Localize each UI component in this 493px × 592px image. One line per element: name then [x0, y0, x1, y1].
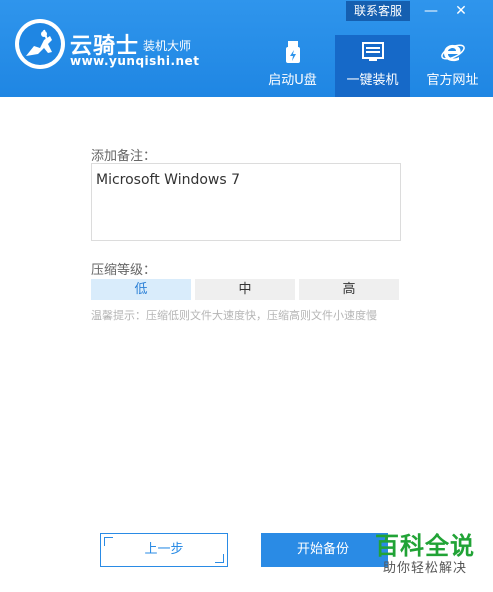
previous-step-label: 上一步 [144, 542, 184, 557]
button-corner-decoration [104, 537, 113, 546]
previous-step-button[interactable]: 上一步 [100, 533, 228, 567]
watermark: 百科全说 助你轻松解决 [366, 532, 484, 578]
nav-item-usb[interactable]: 启动U盘 [255, 35, 330, 97]
nav-label: 启动U盘 [268, 73, 317, 88]
nav-label: 一键装机 [346, 73, 399, 88]
contact-support-button[interactable]: 联系客服 [346, 1, 410, 21]
nav-label: 官方网址 [426, 73, 479, 88]
compression-level-high[interactable]: 高 [299, 279, 399, 300]
close-button[interactable]: ✕ [447, 0, 475, 22]
title-bar: 云骑士 装机大师 www.yunqishi.net 联系客服 — ✕ 启动U盘 一… [0, 0, 493, 97]
remark-textarea[interactable]: Microsoft Windows 7 [91, 163, 401, 241]
start-backup-label: 开始备份 [297, 542, 350, 557]
knight-logo-icon [15, 19, 65, 69]
brand-url: www.yunqishi.net [70, 54, 200, 68]
nav-item-website[interactable]: 官方网址 [415, 35, 490, 97]
remark-label: 添加备注： [91, 149, 157, 164]
brand-suffix: 装机大师 [143, 39, 192, 53]
nav-item-install[interactable]: 一键装机 [335, 35, 410, 97]
compression-label: 压缩等级： [91, 263, 157, 278]
button-corner-decoration [215, 554, 224, 563]
usb-drive-icon [285, 41, 300, 63]
compression-level-low[interactable]: 低 [91, 279, 191, 300]
install-screen-icon [361, 42, 384, 61]
ie-browser-icon [440, 44, 465, 62]
watermark-subtitle: 助你轻松解决 [382, 561, 467, 576]
compression-level-medium[interactable]: 中 [195, 279, 295, 300]
compression-tip: 温馨提示：压缩低则文件大速度快，压缩高则文件小速度慢 [91, 309, 377, 322]
minimize-button[interactable]: — [417, 0, 445, 22]
watermark-title: 百科全说 [375, 532, 475, 560]
